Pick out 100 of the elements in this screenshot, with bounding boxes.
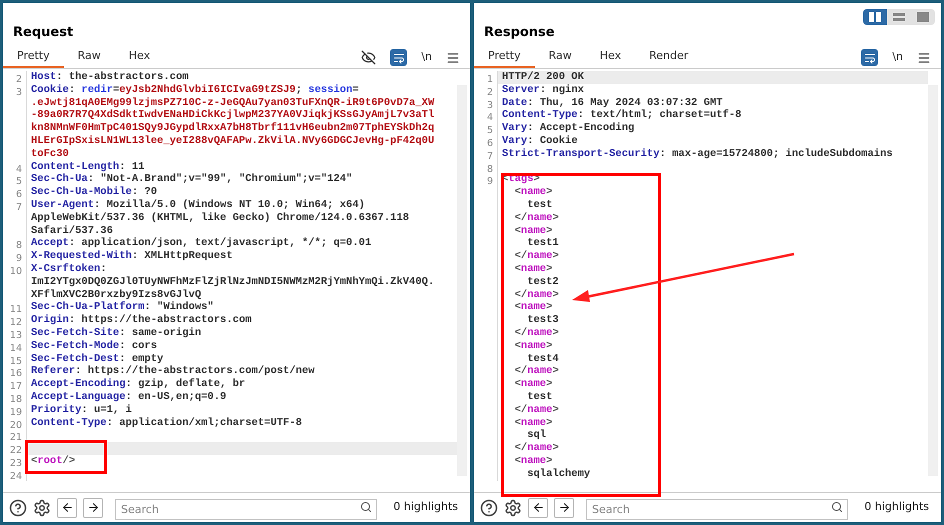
code-line: test3 bbox=[526, 314, 559, 327]
line-number: 22 bbox=[10, 445, 22, 456]
code-line: </name> bbox=[514, 250, 559, 263]
layout-button[interactable] bbox=[887, 9, 911, 25]
code-line: </name> bbox=[514, 288, 559, 302]
code-line: Priority: u=1, i bbox=[30, 404, 132, 417]
code-line: <name> bbox=[514, 301, 552, 314]
code-line: </name> bbox=[514, 404, 559, 417]
tab[interactable]: Hex bbox=[586, 47, 636, 68]
tab[interactable]: Render bbox=[635, 47, 702, 68]
line-number: 5 bbox=[16, 176, 22, 188]
search-field[interactable]: Search bbox=[586, 498, 848, 520]
wrap-icon bbox=[864, 52, 876, 64]
line-number: 10 bbox=[10, 266, 22, 277]
code-line: Content-Type: application/xml;charset=UTF-8 bbox=[30, 416, 302, 430]
forward-button[interactable] bbox=[554, 498, 574, 518]
code-line: Vary: Accept-Encoding bbox=[501, 122, 634, 135]
menu-icon[interactable] bbox=[917, 50, 931, 64]
code-line: Sec-Fetch-Site: same-origin bbox=[30, 326, 202, 340]
newline-button[interactable]: \n bbox=[892, 49, 903, 66]
code-line: <name> bbox=[514, 416, 552, 429]
line-number: 5 bbox=[486, 125, 493, 136]
code-line: Vary: Cookie bbox=[501, 134, 578, 148]
code-line: Date: Thu, 16 May 2024 03:07:32 GMT bbox=[501, 96, 723, 109]
wrap-icon bbox=[392, 52, 405, 64]
tab[interactable]: Pretty bbox=[3, 47, 64, 68]
line-number: 4 bbox=[16, 164, 22, 175]
eye-off-icon[interactable] bbox=[361, 50, 376, 65]
back-button[interactable] bbox=[57, 498, 77, 518]
line-number: 14 bbox=[10, 342, 22, 354]
line-number: 2 bbox=[486, 86, 493, 98]
layout-button[interactable] bbox=[911, 9, 935, 25]
tab[interactable]: Pretty bbox=[474, 47, 535, 68]
help-icon[interactable] bbox=[9, 498, 27, 516]
code-line: Accept-Encoding: gzip, deflate, br bbox=[30, 378, 246, 391]
line-number: 24 bbox=[10, 470, 22, 482]
code-line: X-Requested-With: XMLHttpRequest bbox=[30, 250, 233, 263]
line-number: 8 bbox=[16, 240, 22, 252]
code-line: </name> bbox=[514, 326, 559, 340]
code-line: HLErGIpSxisLN1WL13lee_yeI288vQAFAPw.ZkVilA.NVy6GDGCJevHg-pF42q0U bbox=[30, 134, 434, 148]
code-line: <name> bbox=[514, 454, 552, 468]
code-line: sql bbox=[526, 429, 546, 442]
arrow-right-icon bbox=[558, 501, 570, 514]
line-number: 15 bbox=[10, 356, 22, 367]
code-line: <name> bbox=[514, 262, 552, 276]
line-number: 3 bbox=[16, 86, 22, 98]
line-number: 23 bbox=[10, 458, 22, 469]
code-line: Accept-Language: en-US,en;q=0.9 bbox=[30, 390, 226, 404]
line-number: 6 bbox=[486, 138, 493, 149]
search-icon bbox=[360, 500, 372, 512]
code-line: Server: nginx bbox=[501, 84, 584, 97]
rows-icon bbox=[893, 12, 905, 22]
forward-button[interactable] bbox=[83, 498, 103, 518]
layout-button[interactable] bbox=[863, 9, 887, 25]
code-line: kn8NMnWF0HmTpC401SQy9JGypdlRxxA7bH8Tbrf111vH6eubn2m07TphEYSkDh2q bbox=[30, 122, 434, 135]
code-line: Referer: https://the-abstractors.com/post/new bbox=[30, 365, 315, 378]
code-line: <name> bbox=[514, 186, 552, 199]
code-line: </name> bbox=[514, 442, 559, 455]
code-line: Sec-Fetch-Mode: cors bbox=[30, 340, 158, 353]
square-icon bbox=[917, 12, 929, 22]
line-number: 7 bbox=[486, 150, 493, 162]
line-number: 9 bbox=[486, 176, 493, 188]
code-line: <name> bbox=[514, 378, 552, 391]
code-line: <name> bbox=[514, 340, 552, 353]
highlights-count: 0 highlights bbox=[393, 499, 458, 516]
panel-title: Response bbox=[484, 24, 555, 42]
code-line: <root/> bbox=[30, 454, 76, 468]
line-number: 16 bbox=[10, 368, 22, 380]
wrap-button[interactable] bbox=[390, 49, 408, 66]
arrow-right-icon bbox=[86, 501, 100, 514]
code-line: <name> bbox=[514, 224, 552, 238]
code-line: Content-Type: text/html; charset=utf-8 bbox=[501, 109, 742, 122]
code-line: User-Agent: Mozilla/5.0 (Windows NT 10.0; Win64; x64) bbox=[30, 198, 365, 212]
line-number: 17 bbox=[10, 381, 22, 392]
tab[interactable]: Raw bbox=[534, 47, 586, 68]
code-line: </name> bbox=[514, 212, 559, 225]
code-line: .eJwtj81qA0EMg99lzjmsPZ710C-z-JeGQAu7yan03TuFXnQR-iR9t6P0vD7a_XW bbox=[30, 96, 434, 109]
line-number: 4 bbox=[486, 112, 493, 124]
line-number: 6 bbox=[16, 189, 22, 200]
line-number: 19 bbox=[10, 406, 22, 418]
help-icon[interactable] bbox=[480, 498, 498, 516]
columns-icon bbox=[869, 12, 881, 22]
code-line: Origin: https://the-abstractors.com bbox=[30, 314, 252, 327]
tab[interactable]: Raw bbox=[64, 47, 115, 68]
code-line: Host: the-abstractors.com bbox=[30, 71, 189, 84]
newline-button[interactable]: \n bbox=[421, 49, 432, 66]
menu-icon[interactable] bbox=[446, 50, 460, 64]
panel-title: Request bbox=[13, 24, 74, 42]
search-field[interactable]: Search bbox=[115, 498, 378, 520]
settings-icon[interactable] bbox=[504, 498, 522, 516]
line-number: 12 bbox=[10, 317, 22, 328]
back-button[interactable] bbox=[528, 498, 548, 518]
settings-icon[interactable] bbox=[33, 498, 51, 516]
code-line: -89a0R7R7Q4XdSdktIwdvENaHDiCkKcjlwpM237YA0VJiqkjKSsGJyAmjL7v3aTl bbox=[30, 109, 434, 122]
search-icon bbox=[831, 500, 844, 512]
line-number: 9 bbox=[16, 253, 22, 264]
code-line: toFc30 bbox=[30, 148, 69, 161]
tab[interactable]: Hex bbox=[114, 47, 164, 68]
code-line: Sec-Ch-Ua-Platform: "Windows" bbox=[30, 301, 214, 314]
wrap-button[interactable] bbox=[861, 49, 878, 66]
